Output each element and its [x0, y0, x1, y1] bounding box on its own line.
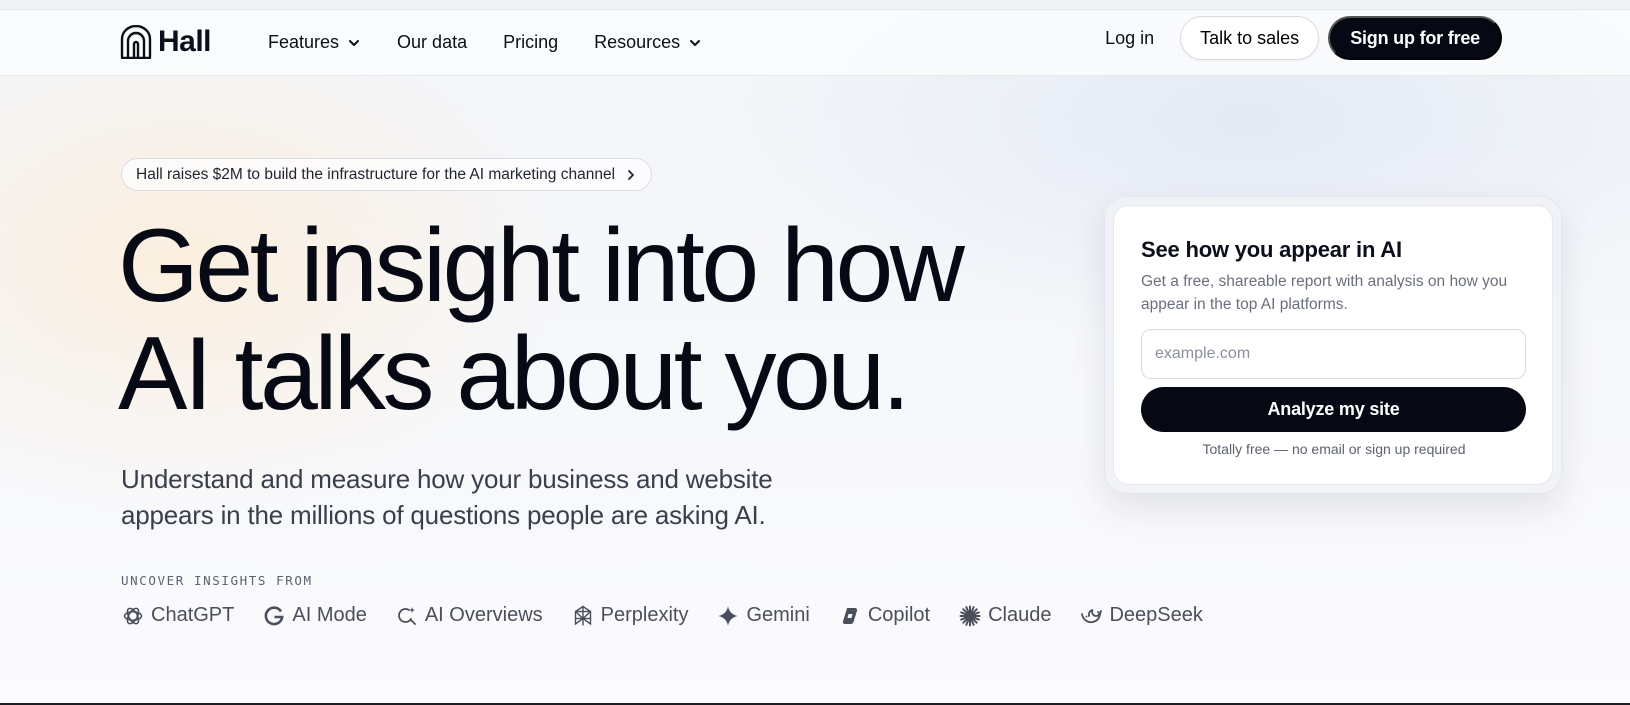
chevron-down-icon — [690, 39, 701, 46]
nav-item-pricing[interactable]: Pricing — [503, 28, 558, 57]
signup-button[interactable]: Sign up for free — [1328, 16, 1502, 60]
platform-name: Claude — [988, 604, 1052, 626]
report-card-note: Totally free — no email or sign up requi… — [1202, 441, 1466, 457]
website-input[interactable] — [1141, 329, 1526, 379]
nav-actions: Log in Talk to sales Sign up for free — [1105, 16, 1502, 60]
ai-overviews-icon — [397, 606, 416, 625]
gemini-sparkle-icon — [718, 605, 739, 626]
platform-name: Copilot — [867, 604, 931, 626]
subhead-line-2: appears in the millions of questions peo… — [121, 500, 766, 530]
platform-name: AI Overviews — [424, 604, 543, 626]
chevron-right-icon — [628, 169, 634, 180]
top-navigation: Hall Features Our data Pricing Resources… — [0, 10, 1630, 76]
nav-item-resources[interactable]: Resources — [594, 28, 702, 57]
copilot-icon — [842, 607, 857, 624]
hero-subheading: Understand and measure how your business… — [121, 461, 881, 533]
nav-item-label: Resources — [594, 32, 681, 52]
brand-logo[interactable]: Hall — [120, 22, 212, 62]
hero-headline: Get insight into how AI talks about you. — [118, 212, 1078, 428]
talk-to-sales-button[interactable]: Talk to sales — [1180, 16, 1320, 60]
chevron-down-icon — [349, 39, 360, 46]
nav-item-label: Our data — [397, 32, 468, 52]
nav-item-features[interactable]: Features — [268, 28, 361, 57]
perplexity-icon — [574, 605, 591, 625]
platform-perplexity: Perplexity — [572, 604, 689, 627]
login-link[interactable]: Log in — [1105, 28, 1154, 49]
platform-name: Perplexity — [600, 604, 689, 626]
report-card-title: See how you appear in AI — [1141, 237, 1402, 262]
chatgpt-icon — [123, 607, 143, 624]
platform-copilot: Copilot — [839, 604, 930, 627]
report-card: See how you appear in AI Get a free, sha… — [1113, 205, 1553, 485]
arch-logo-icon — [120, 25, 152, 59]
platform-name: Gemini — [746, 604, 810, 626]
announcement-text: Hall raises $2M to build the infrastruct… — [136, 165, 616, 183]
analyze-site-button[interactable]: Analyze my site — [1141, 387, 1526, 432]
platform-name: AI Mode — [292, 604, 367, 626]
nav-item-label: Pricing — [503, 32, 559, 52]
deepseek-whale-icon — [1081, 608, 1103, 623]
top-edge — [0, 0, 1630, 10]
headline-line-2: AI talks about you. — [118, 316, 911, 432]
nav-item-label: Features — [268, 32, 340, 52]
brand-name: Hall — [158, 25, 212, 58]
platform-chatgpt: ChatGPT — [122, 604, 234, 627]
report-card-description: Get a free, shareable report with analys… — [1141, 273, 1508, 313]
platform-ai-overviews: AI Overviews — [396, 604, 543, 627]
platform-deepseek: DeepSeek — [1080, 604, 1203, 627]
google-g-icon — [264, 605, 285, 625]
claude-asterisk-icon — [959, 605, 981, 626]
headline-line-1: Get insight into how — [118, 208, 965, 324]
subhead-line-1: Understand and measure how your business… — [121, 464, 773, 494]
main-menu: Features Our data Pricing Resources — [268, 28, 738, 57]
platform-name: ChatGPT — [151, 604, 235, 626]
platform-claude: Claude — [959, 604, 1051, 627]
nav-item-our-data[interactable]: Our data — [397, 28, 467, 57]
platform-gemini: Gemini — [717, 604, 810, 627]
platform-list: ChatGPT AI Mode AI Overviews Perplexity … — [122, 604, 1232, 627]
announcement-pill[interactable]: Hall raises $2M to build the infrastruct… — [121, 158, 653, 191]
uncover-label: UNCOVER INSIGHTS FROM — [121, 573, 313, 588]
platform-name: DeepSeek — [1109, 604, 1203, 626]
platform-ai-mode: AI Mode — [263, 604, 367, 627]
